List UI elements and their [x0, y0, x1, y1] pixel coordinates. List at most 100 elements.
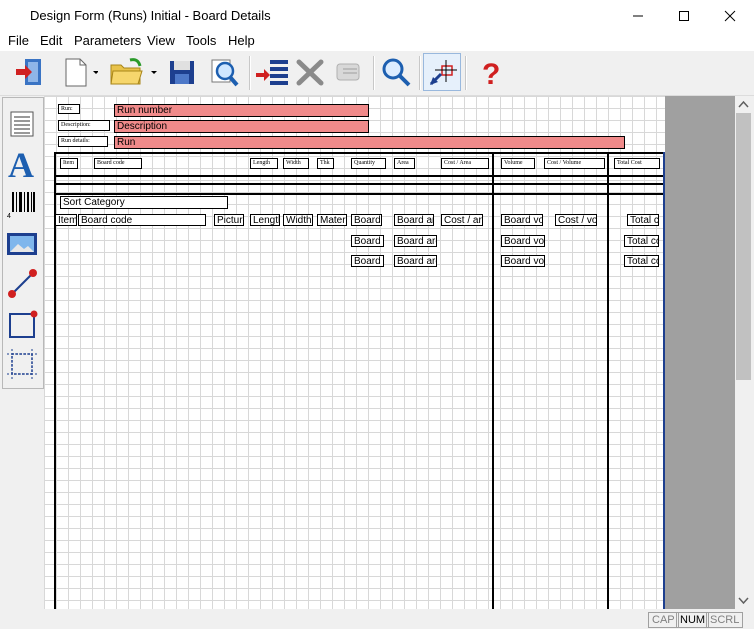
- column-divider: [54, 152, 56, 609]
- select-pointer-icon: [429, 60, 457, 86]
- status-scrl: SCRL: [706, 612, 744, 628]
- picture-tool[interactable]: [5, 227, 39, 261]
- section-border: [55, 183, 665, 185]
- rectangle-tool[interactable]: [5, 307, 39, 341]
- board-field[interactable]: Board: [351, 255, 384, 267]
- frame-tool[interactable]: [5, 347, 39, 381]
- frame-icon: [7, 349, 37, 379]
- run-details-label[interactable]: Run details:: [58, 136, 108, 147]
- delete-button[interactable]: [291, 53, 329, 91]
- page-margin-area: [665, 96, 735, 609]
- col-header-item[interactable]: Item: [60, 158, 78, 169]
- col-header-width[interactable]: Width: [283, 158, 309, 169]
- help-icon: ?: [482, 58, 500, 88]
- delete-icon: [296, 59, 324, 86]
- total-cost-field[interactable]: Total cost: [624, 255, 659, 267]
- material-field[interactable]: Material: [317, 214, 347, 226]
- run-number-field[interactable]: Run number: [114, 104, 369, 117]
- line-tool[interactable]: [5, 266, 39, 300]
- col-header-cost-volume[interactable]: Cost / Volume: [544, 158, 605, 169]
- minimize-button[interactable]: [615, 0, 661, 31]
- menu-parameters[interactable]: Parameters: [74, 33, 141, 48]
- total-cost-field[interactable]: Total cost: [624, 235, 659, 247]
- col-header-quantity[interactable]: Quantity: [351, 158, 386, 169]
- toolbar-separator: [419, 56, 421, 90]
- insert-section-button[interactable]: [253, 53, 291, 91]
- length-field[interactable]: Length: [250, 214, 280, 226]
- board-vol-field[interactable]: Board vol: [501, 235, 545, 247]
- maximize-icon: [679, 10, 689, 21]
- col-header-area[interactable]: Area: [394, 158, 415, 169]
- run-field[interactable]: Run: [114, 136, 625, 149]
- menu-edit[interactable]: Edit: [40, 33, 62, 48]
- save-button[interactable]: [163, 53, 201, 91]
- text-tool[interactable]: A: [5, 146, 39, 180]
- total-cost-field[interactable]: Total cost: [627, 214, 659, 226]
- col-header-thk[interactable]: Thk: [317, 158, 334, 169]
- exit-button[interactable]: [10, 53, 48, 91]
- open-button[interactable]: [108, 53, 158, 91]
- width-field[interactable]: Width: [283, 214, 313, 226]
- insert-section-icon: [256, 60, 288, 85]
- exit-icon: [16, 59, 41, 85]
- open-folder-icon: [110, 58, 157, 85]
- new-button[interactable]: [60, 53, 98, 91]
- status-bar: [0, 610, 754, 629]
- menu-tools[interactable]: Tools: [186, 33, 216, 48]
- close-button[interactable]: [707, 0, 753, 31]
- col-header-total-cost[interactable]: Total Cost: [614, 158, 660, 169]
- item-field[interactable]: Item: [55, 214, 77, 226]
- select-pointer-button[interactable]: [423, 53, 461, 91]
- barcode-tool[interactable]: 4: [5, 187, 39, 221]
- menu-help[interactable]: Help: [228, 33, 255, 48]
- maximize-button[interactable]: [661, 0, 707, 31]
- scrollbar-thumb[interactable]: [736, 113, 751, 380]
- menu-file[interactable]: File: [8, 33, 29, 48]
- column-divider: [607, 152, 609, 609]
- board-field[interactable]: Board: [351, 235, 384, 247]
- board-area-field[interactable]: Board area: [394, 214, 434, 226]
- line-icon: [8, 269, 37, 298]
- vertical-scrollbar[interactable]: [735, 96, 752, 609]
- print-preview-button[interactable]: [205, 53, 243, 91]
- toolbar-separator: [373, 56, 375, 90]
- picture-icon: [7, 233, 37, 255]
- barcode-icon: 4: [7, 192, 35, 219]
- minimize-icon: [633, 15, 643, 16]
- col-header-volume[interactable]: Volume: [501, 158, 535, 169]
- description-field[interactable]: Description: [114, 120, 369, 133]
- paste-button[interactable]: [330, 53, 368, 91]
- board-vol-field[interactable]: Board vol: [501, 255, 545, 267]
- board-area-field[interactable]: Board area: [394, 235, 437, 247]
- help-button[interactable]: ?: [470, 53, 508, 91]
- zoom-icon: [382, 58, 411, 87]
- save-icon: [170, 61, 194, 84]
- svg-text:4: 4: [7, 213, 11, 219]
- col-header-board-code[interactable]: Board code: [94, 158, 142, 169]
- text-icon: A: [8, 146, 34, 180]
- sort-category-field[interactable]: Sort Category: [60, 196, 228, 209]
- cost-area-field[interactable]: Cost / area: [441, 214, 483, 226]
- scroll-up-icon[interactable]: [735, 96, 752, 113]
- cost-vol-field[interactable]: Cost / vol: [555, 214, 597, 226]
- zoom-button[interactable]: [377, 53, 415, 91]
- svg-text:?: ?: [482, 58, 500, 88]
- section-border: [55, 152, 665, 154]
- svg-text:A: A: [8, 146, 34, 180]
- col-header-length[interactable]: Length: [250, 158, 278, 169]
- board-area-field[interactable]: Board area: [394, 255, 437, 267]
- picture-field[interactable]: Picture: [214, 214, 244, 226]
- col-header-cost-area[interactable]: Cost / Area: [441, 158, 489, 169]
- description-label[interactable]: Description:: [58, 120, 110, 131]
- scroll-down-icon[interactable]: [735, 592, 752, 609]
- run-label[interactable]: Run:: [58, 104, 80, 114]
- menu-view[interactable]: View: [147, 33, 175, 48]
- toolbar-separator: [465, 56, 467, 90]
- column-divider: [492, 152, 494, 609]
- board-code-field[interactable]: Board code: [78, 214, 206, 226]
- design-canvas[interactable]: Run: Run number Description: Description…: [44, 96, 665, 609]
- status-num: NUM: [676, 612, 710, 628]
- board-vol-field[interactable]: Board vol: [501, 214, 543, 226]
- paper-text-tool[interactable]: [5, 107, 39, 141]
- board-field[interactable]: Board: [351, 214, 382, 226]
